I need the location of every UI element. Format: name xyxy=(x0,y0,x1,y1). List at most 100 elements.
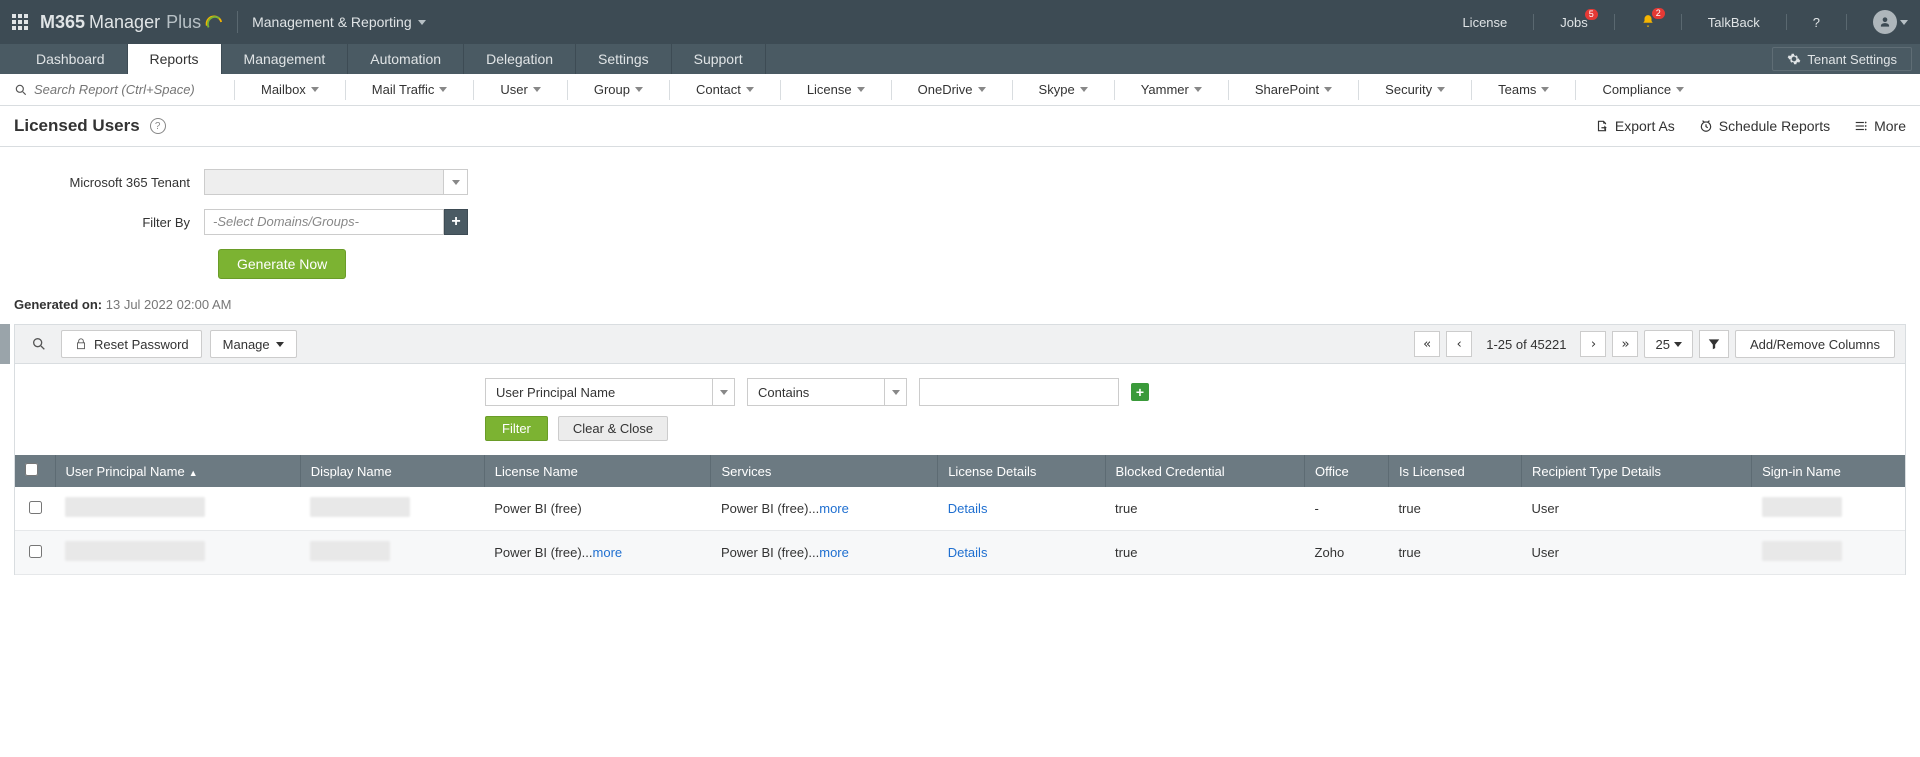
subnav-compliance[interactable]: Compliance xyxy=(1596,82,1690,97)
module-dropdown[interactable]: Management & Reporting xyxy=(252,14,426,30)
clock-icon xyxy=(1699,119,1713,133)
user-menu[interactable] xyxy=(1873,10,1908,34)
tab-settings[interactable]: Settings xyxy=(576,44,672,74)
col-is-licensed[interactable]: Is Licensed xyxy=(1388,455,1521,487)
jobs-link[interactable]: Jobs 5 xyxy=(1560,15,1587,30)
col-recipient-type[interactable]: Recipient Type Details xyxy=(1521,455,1751,487)
table-row[interactable]: Power BI (free)...more Power BI (free)..… xyxy=(15,531,1905,575)
tenant-label: Microsoft 365 Tenant xyxy=(14,175,204,190)
reset-password-label: Reset Password xyxy=(94,337,189,352)
pager-prev-button[interactable]: ‹ xyxy=(1446,331,1472,357)
subnav-security[interactable]: Security xyxy=(1379,82,1451,97)
tab-management[interactable]: Management xyxy=(222,44,349,74)
tab-delegation[interactable]: Delegation xyxy=(464,44,576,74)
pager-text: 1-25 of 45221 xyxy=(1478,337,1574,352)
col-upn[interactable]: User Principal Name▲ xyxy=(55,455,300,487)
filter-field-select[interactable]: User Principal Name xyxy=(485,378,735,406)
tenant-filter-row: Microsoft 365 Tenant xyxy=(14,169,1906,195)
license-link[interactable]: License xyxy=(1462,15,1507,30)
select-all-checkbox[interactable] xyxy=(25,463,38,476)
table-row[interactable]: Power BI (free) Power BI (free)...more D… xyxy=(15,487,1905,531)
add-condition-button[interactable]: + xyxy=(1131,383,1149,401)
manage-dropdown[interactable]: Manage xyxy=(210,330,297,358)
more-label: More xyxy=(1874,118,1906,134)
col-display-name[interactable]: Display Name xyxy=(300,455,484,487)
notifications-button[interactable]: 2 xyxy=(1641,14,1655,31)
subnav-skype[interactable]: Skype xyxy=(1033,82,1094,97)
divider xyxy=(1533,14,1534,30)
col-blocked[interactable]: Blocked Credential xyxy=(1105,455,1305,487)
filter-operator-select[interactable]: Contains xyxy=(747,378,907,406)
report-search[interactable] xyxy=(14,82,214,97)
talkback-link[interactable]: TalkBack xyxy=(1708,15,1760,30)
tenant-settings-button[interactable]: Tenant Settings xyxy=(1772,47,1912,71)
pager-last-button[interactable]: » xyxy=(1612,331,1638,357)
apply-filter-button[interactable]: Filter xyxy=(485,416,548,441)
pager-next-button[interactable]: › xyxy=(1580,331,1606,357)
clear-filter-button[interactable]: Clear & Close xyxy=(558,416,668,441)
search-input[interactable] xyxy=(34,82,214,97)
chevron-down-icon xyxy=(311,87,319,92)
apps-grid-icon[interactable] xyxy=(12,14,28,30)
services-more-link[interactable]: more xyxy=(819,545,849,560)
subnav-mail-traffic[interactable]: Mail Traffic xyxy=(366,82,454,97)
advanced-search-button[interactable] xyxy=(25,330,53,358)
subnav-license[interactable]: License xyxy=(801,82,871,97)
subnav-group[interactable]: Group xyxy=(588,82,649,97)
tab-dashboard[interactable]: Dashboard xyxy=(14,44,128,74)
tenant-select-chevron[interactable] xyxy=(444,169,468,195)
schedule-reports-button[interactable]: Schedule Reports xyxy=(1699,118,1830,134)
filter-value-input[interactable] xyxy=(919,378,1119,406)
add-remove-columns-button[interactable]: Add/Remove Columns xyxy=(1735,330,1895,358)
row-checkbox[interactable] xyxy=(29,501,42,514)
sub-nav: Mailbox Mail Traffic User Group Contact … xyxy=(0,74,1920,106)
filter-by-placeholder: -Select Domains/Groups- xyxy=(213,210,435,234)
col-license-details[interactable]: License Details xyxy=(938,455,1105,487)
help-icon[interactable]: ? xyxy=(150,118,166,134)
col-services[interactable]: Services xyxy=(711,455,938,487)
subnav-contact[interactable]: Contact xyxy=(690,82,760,97)
page-actions: Export As Schedule Reports More xyxy=(1595,118,1906,134)
col-license-name[interactable]: License Name xyxy=(484,455,711,487)
cell-is-licensed: true xyxy=(1388,531,1521,575)
export-as-button[interactable]: Export As xyxy=(1595,118,1675,134)
col-office[interactable]: Office xyxy=(1305,455,1389,487)
more-button[interactable]: More xyxy=(1854,118,1906,134)
subnav-onedrive[interactable]: OneDrive xyxy=(912,82,992,97)
license-more-link[interactable]: more xyxy=(593,545,623,560)
filter-builder: User Principal Name Contains + xyxy=(14,364,1906,416)
row-checkbox[interactable] xyxy=(29,545,42,558)
details-link[interactable]: Details xyxy=(948,545,988,560)
subnav-user[interactable]: User xyxy=(494,82,546,97)
reset-password-button[interactable]: Reset Password xyxy=(61,330,202,358)
services-more-link[interactable]: more xyxy=(819,501,849,516)
top-right-actions: License Jobs 5 2 TalkBack ? xyxy=(1462,10,1908,34)
tab-automation[interactable]: Automation xyxy=(348,44,464,74)
chevron-down-icon xyxy=(884,379,906,405)
help-link[interactable]: ? xyxy=(1813,15,1820,30)
col-signin-name[interactable]: Sign-in Name xyxy=(1752,455,1905,487)
page-size-dropdown[interactable]: 25 xyxy=(1644,330,1692,358)
cell-office: - xyxy=(1305,487,1389,531)
filter-toggle-button[interactable] xyxy=(1699,330,1729,358)
subnav-sharepoint[interactable]: SharePoint xyxy=(1249,82,1338,97)
search-icon xyxy=(14,83,28,97)
chevron-down-icon xyxy=(746,87,754,92)
subnav-mailbox[interactable]: Mailbox xyxy=(255,82,325,97)
filter-by-select[interactable]: -Select Domains/Groups- xyxy=(204,209,444,235)
redacted-value xyxy=(65,541,205,561)
subnav-yammer[interactable]: Yammer xyxy=(1135,82,1208,97)
add-filter-button[interactable]: + xyxy=(444,209,468,235)
tenant-select-value[interactable] xyxy=(204,169,444,195)
pager-first-button[interactable]: « xyxy=(1414,331,1440,357)
select-all-header[interactable] xyxy=(15,455,55,487)
details-link[interactable]: Details xyxy=(948,501,988,516)
tab-reports[interactable]: Reports xyxy=(128,44,222,74)
tab-support[interactable]: Support xyxy=(672,44,766,74)
redacted-value xyxy=(65,497,205,517)
side-grip-handle[interactable] xyxy=(0,324,10,364)
generated-on-label: Generated on: xyxy=(14,297,102,312)
jobs-badge: 5 xyxy=(1585,9,1598,20)
subnav-teams[interactable]: Teams xyxy=(1492,82,1555,97)
generate-now-button[interactable]: Generate Now xyxy=(218,249,346,279)
